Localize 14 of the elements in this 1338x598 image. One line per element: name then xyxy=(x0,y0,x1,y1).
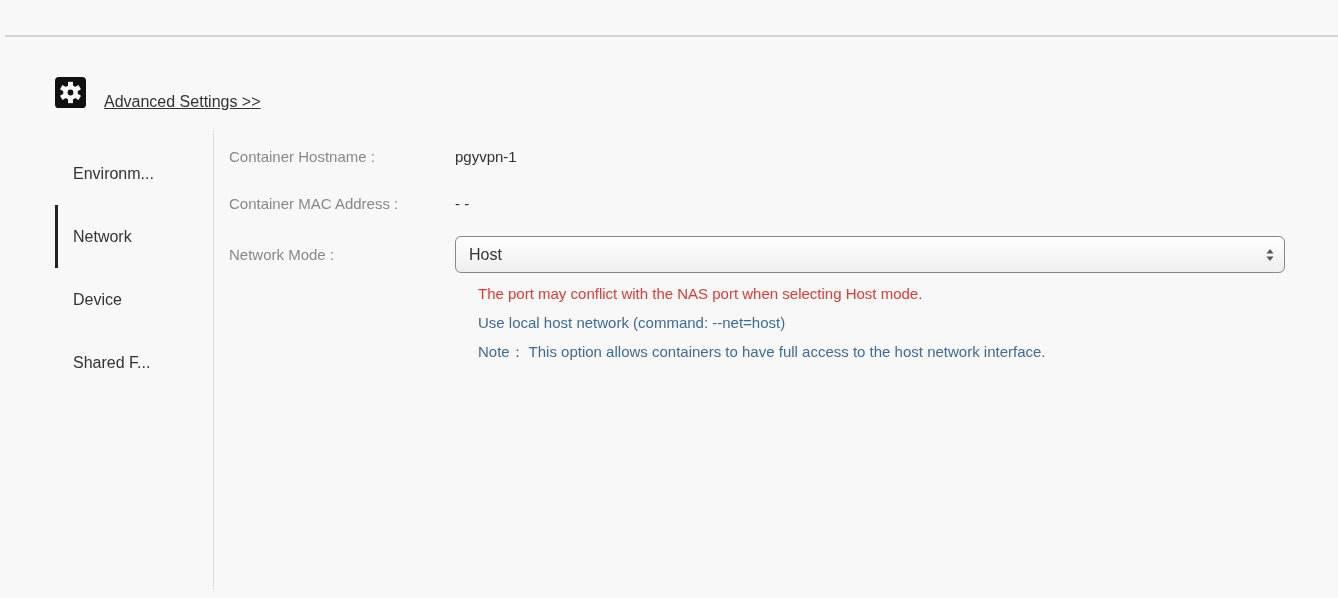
sidebar-item[interactable]: Network xyxy=(55,205,205,268)
warning-text: The port may conflict with the NAS port when selecting Host mode. xyxy=(478,285,924,302)
sidebar-item[interactable]: Shared F... xyxy=(55,331,205,394)
field-value: pgyvpn-1 xyxy=(455,148,517,165)
field-label: Container Hostname : xyxy=(229,148,376,165)
info-text: Use local host network (command: --net=host) xyxy=(478,314,787,331)
field-label: Network Mode : xyxy=(229,246,336,263)
field-value: - - xyxy=(455,195,470,212)
field-label: Container MAC Address : xyxy=(229,195,400,212)
info-text: Note： This option allows containers to have full access to the host network interface. xyxy=(478,343,1047,362)
advanced-settings-link[interactable]: Advanced Settings >> xyxy=(104,93,261,111)
sidebar-item[interactable]: Device xyxy=(55,268,205,331)
network-mode-select[interactable]: Host xyxy=(455,236,1285,273)
sidebar-item[interactable]: Environm... xyxy=(55,142,205,205)
